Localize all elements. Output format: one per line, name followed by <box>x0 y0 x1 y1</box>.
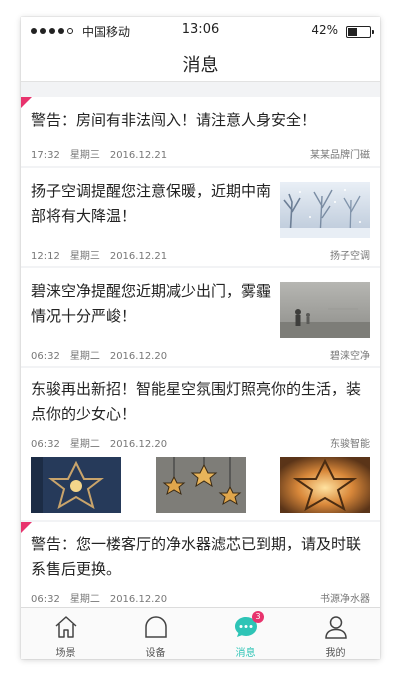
message-card[interactable]: 警告：您一楼客厅的净水器滤芯已到期，请及时联系售后更换。 06:32 星期二 201… <box>21 522 380 607</box>
star-lamp-glow-image <box>280 457 370 513</box>
tab-devices[interactable]: 设备 <box>111 608 200 659</box>
message-time: 12:12 <box>31 251 60 262</box>
message-time: 06:32 <box>31 351 60 362</box>
message-card[interactable]: 碧涞空净提醒您近期减少出门，雾霾情况十分严峻！ 06:32 星期二 2016.12.… <box>21 268 380 366</box>
star-lamps-hanging-image <box>156 457 246 513</box>
message-date: 2016.12.21 <box>109 251 168 262</box>
message-weekday: 星期二 <box>69 594 100 605</box>
tab-label: 消息 <box>235 648 256 659</box>
message-date: 2016.12.21 <box>109 150 168 161</box>
message-date: 2016.12.20 <box>109 351 168 362</box>
message-time: 06:32 <box>31 439 60 450</box>
snow-scene-image <box>280 182 370 238</box>
message-source: 某某品牌门磁 <box>310 150 370 161</box>
tab-label: 场景 <box>55 648 76 659</box>
unread-badge: 3 <box>252 611 264 623</box>
message-card[interactable]: 东骏再出新招！智能星空氛围灯照亮你的生活，装点你的少女心！ 06:32 星期二 20… <box>21 368 380 520</box>
tab-profile[interactable]: 我的 <box>291 608 380 659</box>
message-meta: 17:32 星期三 2016.12.21 <box>31 146 177 161</box>
status-bar: 中国移动 13:06 42% <box>21 17 380 45</box>
message-weekday: 星期三 <box>69 251 100 262</box>
user-icon <box>325 616 347 639</box>
tab-label: 设备 <box>145 648 166 659</box>
home-icon <box>55 616 77 638</box>
tab-scenes[interactable]: 场景 <box>21 608 110 659</box>
message-text: 扬子空调提醒您注意保暖，近期中南部将有大降温！ <box>31 182 272 225</box>
message-meta: 06:32 星期二 2016.12.20 <box>31 590 177 605</box>
message-time: 06:32 <box>31 594 60 605</box>
page-title: 消息 <box>182 55 219 76</box>
battery-percent: 42% <box>311 23 338 37</box>
message-card[interactable]: 警告：房间有非法闯入！请注意人身安全！ 17:32 星期三 2016.12.21 某… <box>21 97 380 166</box>
message-text: 警告：您一楼客厅的净水器滤芯已到期，请及时联系售后更换。 <box>31 535 362 578</box>
message-source: 东骏智能 <box>330 439 370 450</box>
alert-corner-marker <box>21 97 32 108</box>
message-time: 17:32 <box>31 150 60 161</box>
tab-messages[interactable]: 3 消息 <box>201 608 290 659</box>
device-icon <box>145 616 167 638</box>
tab-label: 我的 <box>325 648 346 659</box>
message-source: 书源净水器 <box>320 594 370 605</box>
message-weekday: 星期二 <box>69 351 100 362</box>
message-card[interactable]: 扬子空调提醒您注意保暖，近期中南部将有大降温！ 12:12 星期三 2016.12.… <box>21 168 380 266</box>
message-text: 警告：房间有非法闯入！请注意人身安全！ <box>31 111 317 129</box>
message-text: 碧涞空净提醒您近期减少出门，雾霾情况十分严峻！ <box>31 282 272 325</box>
smog-scene-image <box>280 282 370 338</box>
message-meta: 06:32 星期二 2016.12.20 <box>31 347 177 362</box>
star-lamp-blue-image <box>31 457 121 513</box>
phone-screen: 中国移动 13:06 42% 消息 警告：房间有非法闯入！请注意人身安全！ 17… <box>21 17 380 659</box>
nav-bar: 消息 <box>21 45 380 82</box>
message-weekday: 星期二 <box>69 439 100 450</box>
tab-bar: 场景 设备 3 消息 我的 <box>21 607 380 659</box>
battery-icon <box>346 26 374 38</box>
message-meta: 12:12 星期三 2016.12.21 <box>31 247 177 262</box>
message-text: 东骏再出新招！智能星空氛围灯照亮你的生活，装点你的少女心！ <box>31 380 362 423</box>
message-weekday: 星期三 <box>69 150 100 161</box>
message-source: 碧涞空净 <box>330 351 370 362</box>
message-meta: 06:32 星期二 2016.12.20 <box>31 435 177 450</box>
message-source: 扬子空调 <box>330 251 370 262</box>
message-date: 2016.12.20 <box>109 594 168 605</box>
message-date: 2016.12.20 <box>109 439 168 450</box>
